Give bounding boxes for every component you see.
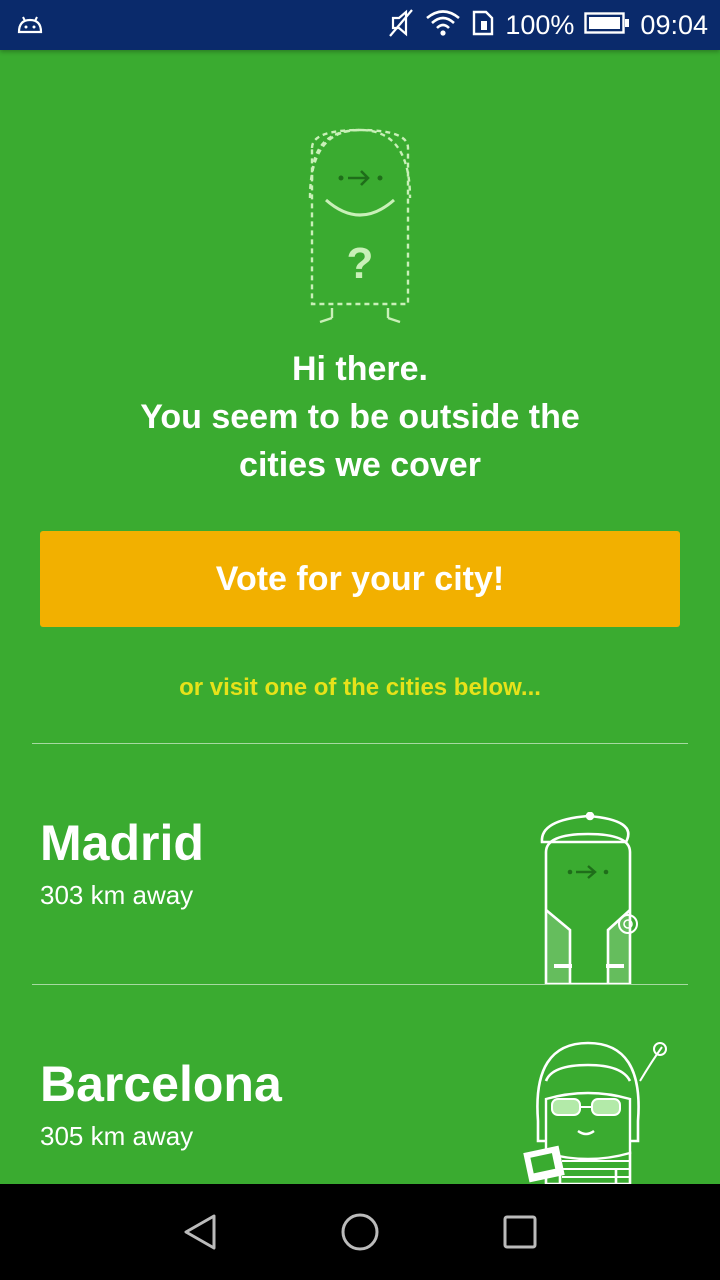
city-item-barcelona[interactable]: Barcelona 305 km away xyxy=(0,985,720,1184)
svg-text:?: ? xyxy=(347,239,374,288)
main-content: ? Hi there. You seem to be outside the c… xyxy=(0,50,720,1184)
battery-percent: 100% xyxy=(505,9,575,40)
greeting-line-2: You seem to be outside the xyxy=(140,398,580,436)
home-icon[interactable] xyxy=(340,1212,380,1252)
battery-icon xyxy=(584,11,630,40)
greeting-line-3: cities we cover xyxy=(239,446,481,484)
sim-icon xyxy=(471,9,495,42)
clock: 09:04 xyxy=(640,9,708,40)
outside-area-message: Hi there. You seem to be outside the cit… xyxy=(0,345,720,489)
status-bar: 100% 09:04 xyxy=(0,0,720,50)
visit-cities-prompt: or visit one of the cities below... xyxy=(179,674,541,701)
recents-icon[interactable] xyxy=(500,1212,540,1252)
mute-icon xyxy=(387,8,415,43)
back-icon[interactable] xyxy=(180,1212,220,1252)
barcelona-character-icon xyxy=(522,1041,672,1184)
unknown-location-mascot-icon: ? xyxy=(300,128,420,333)
city-name: Madrid xyxy=(40,815,204,871)
city-distance: 303 km away xyxy=(40,880,194,910)
android-icon xyxy=(16,14,44,41)
city-distance: 305 km away xyxy=(40,1121,194,1151)
navigation-bar xyxy=(0,1184,720,1280)
wifi-icon xyxy=(425,9,461,42)
vote-for-city-button[interactable]: Vote for your city! xyxy=(40,531,680,627)
madrid-character-icon xyxy=(530,811,650,989)
greeting-line-1: Hi there. xyxy=(291,350,429,388)
city-name: Barcelona xyxy=(40,1056,282,1112)
city-item-madrid[interactable]: Madrid 303 km away xyxy=(0,744,720,986)
